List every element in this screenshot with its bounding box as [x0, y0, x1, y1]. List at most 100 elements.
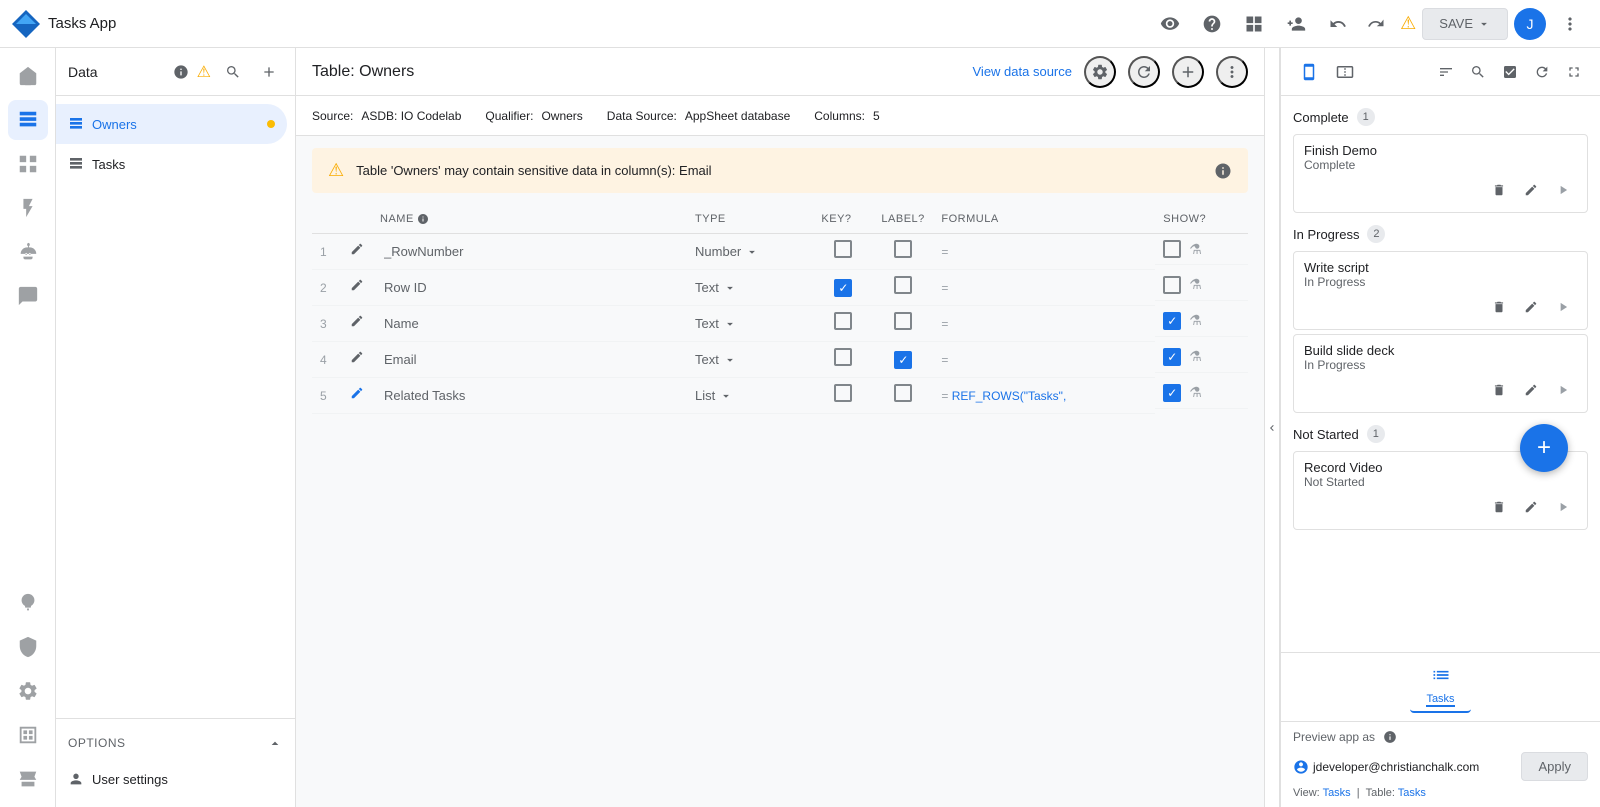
type-cell[interactable]: Text	[687, 342, 813, 378]
type-cell[interactable]: Number	[687, 234, 813, 270]
type-select[interactable]: Number	[695, 244, 805, 259]
sidebar-icon-views[interactable]	[8, 144, 48, 184]
key-cell[interactable]	[813, 378, 873, 414]
label-checkbox[interactable]: ✓	[894, 351, 912, 369]
edit-icon[interactable]	[350, 279, 364, 295]
label-cell[interactable]	[873, 378, 933, 414]
name-input[interactable]	[380, 242, 679, 261]
delete-task-icon[interactable]	[1485, 493, 1513, 521]
edit-task-icon[interactable]	[1517, 376, 1545, 404]
key-checkbox[interactable]	[834, 312, 852, 330]
tasks-tab[interactable]: Tasks	[1410, 661, 1470, 713]
key-cell[interactable]: ✓	[813, 270, 873, 306]
more-options-button[interactable]	[1216, 56, 1248, 88]
navigate-task-icon[interactable]	[1549, 176, 1577, 204]
flask-icon[interactable]: ⚗	[1189, 241, 1202, 258]
settings-icon[interactable]	[1084, 56, 1116, 88]
avatar[interactable]: J	[1514, 8, 1546, 40]
delete-task-icon[interactable]	[1485, 293, 1513, 321]
name-cell[interactable]	[372, 270, 687, 306]
edit-icon[interactable]	[350, 351, 364, 367]
help-icon[interactable]	[1194, 6, 1230, 42]
edit-icon[interactable]	[350, 387, 364, 403]
table-link[interactable]: Tasks	[1398, 787, 1426, 799]
name-input[interactable]	[380, 350, 679, 369]
show-cell[interactable]: ⚗	[1155, 270, 1248, 301]
name-input[interactable]	[380, 314, 679, 333]
data-item-owners[interactable]: Owners	[56, 104, 287, 144]
user-settings-item[interactable]: User settings	[68, 759, 283, 799]
key-cell[interactable]	[813, 234, 873, 270]
show-checkbox[interactable]: ✓	[1163, 384, 1181, 402]
layout-icon[interactable]	[1236, 6, 1272, 42]
edit-task-icon[interactable]	[1517, 293, 1545, 321]
sidebar-icon-automation[interactable]	[8, 188, 48, 228]
label-cell[interactable]	[873, 234, 933, 270]
sidebar-icon-bot[interactable]	[8, 232, 48, 272]
show-cell[interactable]: ✓ ⚗	[1155, 378, 1248, 409]
edit-cell[interactable]	[342, 234, 372, 270]
type-select[interactable]: Text	[695, 316, 805, 331]
sidebar-icon-store[interactable]	[8, 759, 48, 799]
refresh-button[interactable]	[1128, 56, 1160, 88]
flask-icon[interactable]: ⚗	[1189, 348, 1202, 365]
delete-task-icon[interactable]	[1485, 376, 1513, 404]
show-cell[interactable]: ⚗	[1155, 234, 1248, 265]
data-item-tasks[interactable]: Tasks	[56, 144, 295, 184]
flask-icon[interactable]: ⚗	[1189, 276, 1202, 293]
edit-task-icon[interactable]	[1517, 176, 1545, 204]
expand-preview-button[interactable]	[1560, 58, 1588, 86]
type-select[interactable]: Text	[695, 352, 805, 367]
show-checkbox[interactable]: ✓	[1163, 312, 1181, 330]
preview-search-button[interactable]	[1464, 58, 1492, 86]
name-cell[interactable]	[372, 342, 687, 378]
data-search-button[interactable]	[219, 58, 247, 86]
label-checkbox[interactable]	[894, 276, 912, 294]
edit-cell[interactable]	[342, 270, 372, 306]
name-cell[interactable]	[372, 306, 687, 342]
mobile-view-toggle[interactable]	[1293, 56, 1325, 88]
show-cell[interactable]: ✓ ⚗	[1155, 342, 1248, 373]
more-menu-button[interactable]	[1552, 6, 1588, 42]
add-person-icon[interactable]	[1278, 6, 1314, 42]
label-cell[interactable]	[873, 306, 933, 342]
show-checkbox[interactable]	[1163, 240, 1181, 258]
edit-cell[interactable]	[342, 306, 372, 342]
sidebar-icon-grid[interactable]	[8, 715, 48, 755]
apply-button[interactable]: Apply	[1521, 752, 1588, 781]
key-checkbox[interactable]: ✓	[834, 279, 852, 297]
key-checkbox[interactable]	[834, 240, 852, 258]
show-cell[interactable]: ✓ ⚗	[1155, 306, 1248, 337]
edit-icon[interactable]	[350, 243, 364, 259]
preview-icon[interactable]	[1152, 6, 1188, 42]
view-source-link[interactable]: View data source	[973, 64, 1073, 79]
key-checkbox[interactable]	[834, 384, 852, 402]
type-select[interactable]: List	[695, 388, 805, 403]
warning-info-icon[interactable]	[1214, 162, 1232, 180]
add-task-fab[interactable]: +	[1520, 424, 1568, 472]
navigate-task-icon[interactable]	[1549, 493, 1577, 521]
name-input[interactable]	[380, 278, 679, 297]
collapse-arrow[interactable]	[1264, 48, 1280, 807]
view-link[interactable]: Tasks	[1323, 787, 1351, 799]
navigate-task-icon[interactable]	[1549, 293, 1577, 321]
name-cell[interactable]	[372, 378, 687, 414]
filter-icon[interactable]	[1432, 58, 1460, 86]
label-cell[interactable]: ✓	[873, 342, 933, 378]
flask-icon[interactable]: ⚗	[1189, 312, 1202, 329]
sidebar-icon-chat[interactable]	[8, 276, 48, 316]
delete-task-icon[interactable]	[1485, 176, 1513, 204]
tablet-view-toggle[interactable]	[1329, 56, 1361, 88]
key-cell[interactable]	[813, 306, 873, 342]
sidebar-icon-settings[interactable]	[8, 671, 48, 711]
label-cell[interactable]	[873, 270, 933, 306]
name-input[interactable]	[380, 386, 679, 405]
show-checkbox[interactable]: ✓	[1163, 348, 1181, 366]
sidebar-icon-data[interactable]	[8, 100, 48, 140]
key-cell[interactable]	[813, 342, 873, 378]
sidebar-icon-home[interactable]	[8, 56, 48, 96]
edit-cell[interactable]	[342, 342, 372, 378]
checkbox-icon[interactable]	[1496, 58, 1524, 86]
save-button[interactable]: SAVE	[1422, 8, 1508, 40]
undo-button[interactable]	[1320, 6, 1356, 42]
